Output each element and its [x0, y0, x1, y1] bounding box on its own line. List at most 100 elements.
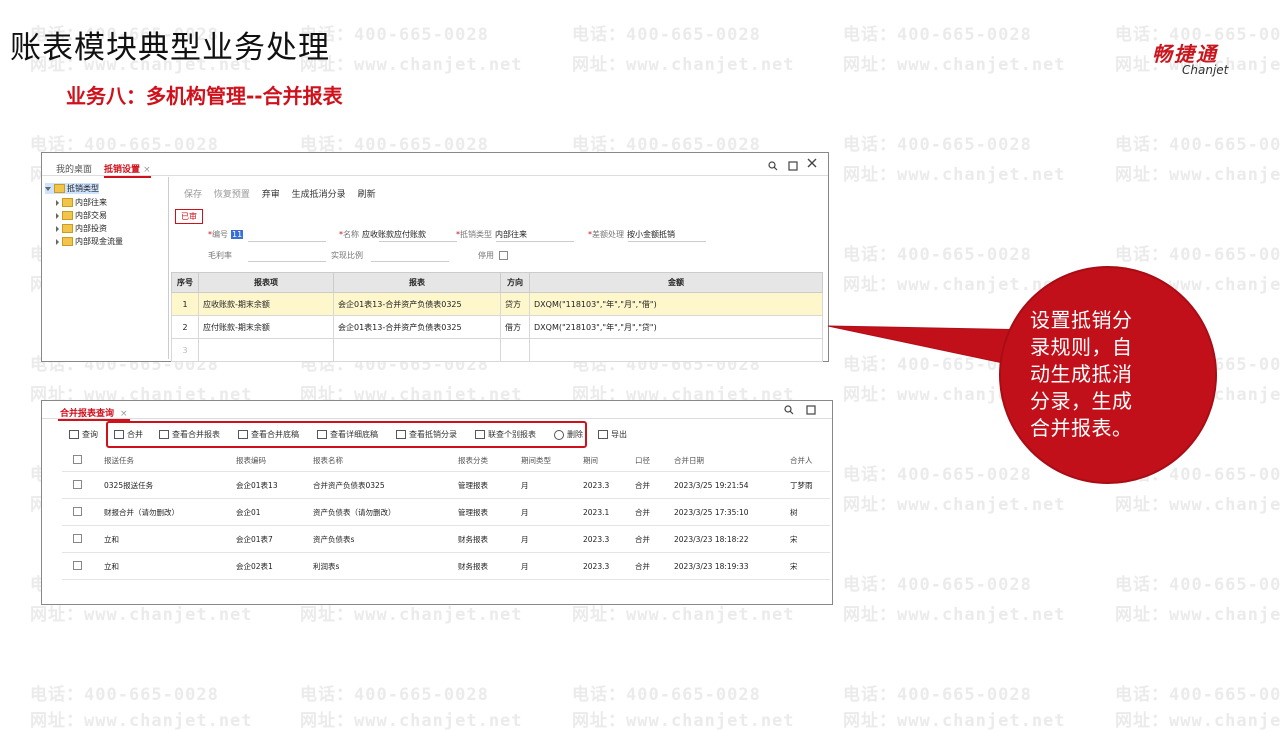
grid-header-row: 序号 报表项 报表 方向 金额 [171, 272, 823, 293]
search-icon[interactable] [784, 405, 794, 417]
tab-label: 合并报表查询 [60, 409, 115, 419]
tab-offset-settings[interactable]: 抵销设置 × [104, 162, 151, 178]
table-row[interactable]: 1 应收账款-期末余额 会企01表13-合并资产负债表0325 贷方 DXQM(… [171, 292, 823, 316]
close-icon[interactable]: × [120, 409, 128, 419]
query-button[interactable]: 查询 [69, 429, 98, 440]
callout-line: 录规则，自 [1030, 335, 1133, 359]
table-row[interactable]: 2 应付账款-期末余额 会企01表13-合并资产负债表0325 借方 DXQM(… [171, 315, 823, 339]
name-input[interactable]: 应收账款应付账款 [362, 230, 426, 239]
save-button[interactable]: 保存 [184, 190, 202, 200]
cell[interactable]: DXQM("218103","年","月","贷") [529, 315, 823, 339]
tree-node-label: 内部往来 [75, 198, 107, 207]
cell: 2023.3 [583, 552, 635, 580]
collapse-icon[interactable] [56, 225, 59, 232]
row-select-cell [62, 471, 104, 499]
col-header: 报表名称 [313, 449, 458, 472]
view-merge-report-button[interactable]: 查看合并报表 [159, 429, 220, 440]
drill-individual-report-button[interactable]: 联查个别报表 [475, 429, 536, 440]
cell[interactable]: 应收账款-期末余额 [198, 292, 334, 316]
diff-handling-select[interactable]: 按小金额抵销 [627, 230, 675, 239]
tree-node-internal-ar[interactable]: 内部往来 [56, 197, 107, 208]
disable-field: 停用 [478, 250, 508, 261]
cell: 财报合并（请勿删改） [104, 498, 236, 526]
disable-checkbox[interactable] [498, 251, 508, 260]
offset-settings-window: 我的桌面 抵销设置 × 抵销类型 内部往来 内部交易 内部投资 内部现金流量 保… [41, 152, 829, 362]
row-checkbox[interactable] [73, 560, 82, 570]
select-all-checkbox[interactable] [73, 454, 82, 464]
collapse-icon[interactable] [56, 238, 59, 245]
watermark-site: 网址：www.chanjet.net [572, 711, 795, 731]
tab-offset-settings-label: 抵销设置 [104, 165, 141, 175]
tree-node-internal-invest[interactable]: 内部投资 [56, 223, 107, 234]
cell[interactable] [333, 338, 501, 362]
table-row[interactable]: 3 [171, 338, 823, 362]
code-input[interactable]: 11 [231, 230, 244, 239]
cell: 2 [171, 315, 199, 339]
cell: 月 [521, 525, 583, 553]
search-icon[interactable] [768, 161, 778, 174]
expand-icon[interactable] [45, 186, 51, 191]
offset-type-select[interactable]: 内部往来 [495, 230, 527, 239]
tab-desktop[interactable]: 我的桌面 [56, 162, 92, 175]
realize-ratio-field: 实现比例 [331, 250, 449, 262]
watermark-site: 网址：www.chanjet.net [300, 711, 523, 731]
table-row[interactable]: 0325报送任务 会企01表13 合并资产负债表0325 管理报表 月 2023… [62, 471, 830, 499]
table-row[interactable]: 立和 会企02表1 利润表s 财务报表 月 2023.3 合并 2023/3/2… [62, 552, 830, 580]
disable-label: 停用 [478, 251, 494, 260]
cell[interactable] [500, 338, 530, 362]
view-detail-draft-button[interactable]: 查看详细底稿 [317, 429, 378, 440]
cell[interactable]: DXQM("118103","年","月","借") [529, 292, 823, 316]
cell[interactable]: 会企01表13-合并资产负债表0325 [333, 292, 501, 316]
table-row[interactable]: 立和 会企01表7 资产负债表s 财务报表 月 2023.3 合并 2023/3… [62, 525, 830, 553]
delete-label: 删除 [567, 430, 583, 439]
col-header: 序号 [171, 272, 199, 293]
tree-node-root[interactable]: 抵销类型 [45, 183, 99, 194]
row-checkbox[interactable] [73, 506, 82, 516]
collapse-icon[interactable] [56, 212, 59, 219]
cell: 会企01表13 [236, 471, 313, 499]
cell[interactable]: 贷方 [500, 292, 530, 316]
col-header: 报表编码 [236, 449, 313, 472]
cell[interactable] [198, 338, 334, 362]
watermark-phone: 电话：400-665-0028 [572, 25, 761, 45]
view-offset-entry-button[interactable]: 查看抵销分录 [396, 429, 457, 440]
brand-logo: 畅捷通 Chanjet [1152, 38, 1262, 77]
cell: 2023/3/25 17:35:10 [674, 498, 790, 526]
unapprove-button[interactable]: 弃审 [262, 190, 280, 200]
export-button[interactable]: 导出 [598, 429, 627, 440]
collapse-icon[interactable] [56, 199, 59, 206]
tab-merge-report-query[interactable]: 合并报表查询 × [58, 406, 130, 421]
tree-node-internal-cashflow[interactable]: 内部现金流量 [56, 236, 123, 247]
watermark-phone: 电话：400-665-0028 [843, 685, 1032, 705]
drill-icon [475, 430, 485, 439]
cell: 树 [790, 498, 830, 526]
cell[interactable] [529, 338, 823, 362]
window-close-icon[interactable] [807, 158, 817, 171]
table-row[interactable]: 财报合并（请勿删改） 会企01 资产负债表（请勿删改） 管理报表 月 2023.… [62, 498, 830, 526]
tree-node-internal-trade[interactable]: 内部交易 [56, 210, 107, 221]
gross-margin-label: 毛利率 [208, 251, 232, 260]
view-merge-draft-button[interactable]: 查看合并底稿 [238, 429, 299, 440]
name-field: *名称 应收账款应付账款 [339, 229, 457, 242]
watermark-phone: 电话：400-665-0028 [1115, 135, 1280, 155]
delete-button[interactable]: 删除 [554, 429, 583, 440]
close-icon[interactable]: × [143, 165, 151, 175]
input-underline [379, 241, 457, 242]
watermark-site: 网址：www.chanjet.net [843, 495, 1066, 515]
merge-button[interactable]: 合并 [114, 429, 143, 440]
cell: 立和 [104, 525, 236, 553]
col-header: 期间 [583, 449, 635, 472]
cell[interactable]: 应付账款-期末余额 [198, 315, 334, 339]
row-checkbox[interactable] [73, 479, 82, 489]
row-checkbox[interactable] [73, 533, 82, 543]
maximize-icon[interactable] [788, 161, 798, 174]
cell: 管理报表 [458, 498, 521, 526]
watermark-phone: 电话：400-665-0028 [1115, 685, 1280, 705]
maximize-icon[interactable] [806, 405, 816, 417]
refresh-button[interactable]: 刷新 [358, 190, 376, 200]
generate-offset-button[interactable]: 生成抵消分录 [292, 190, 346, 200]
row-select-cell [62, 498, 104, 526]
cell[interactable]: 会企01表13-合并资产负债表0325 [333, 315, 501, 339]
restore-preset-button[interactable]: 恢复预置 [214, 190, 250, 200]
cell[interactable]: 借方 [500, 315, 530, 339]
